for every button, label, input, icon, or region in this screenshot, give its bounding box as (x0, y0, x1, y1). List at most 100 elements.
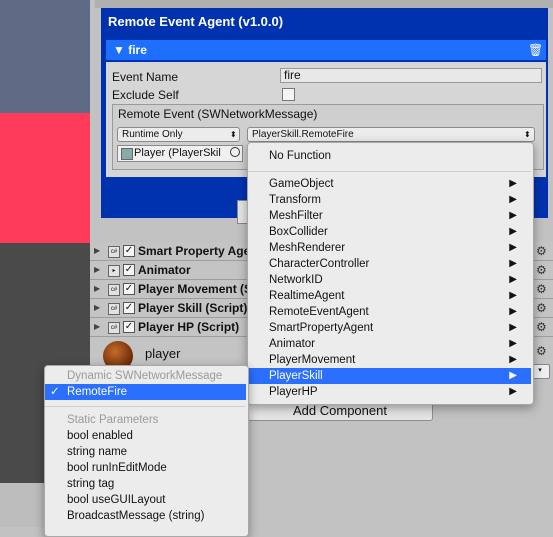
component-enabled-checkbox[interactable]: ✓ (123, 245, 135, 257)
gear-icon[interactable]: ⚙ (536, 282, 547, 296)
menu-item-label: RealtimeAgent (269, 290, 345, 302)
event-name-field[interactable]: fire (280, 68, 542, 83)
submenu-item-remotefire[interactable]: ✓ RemoteFire (45, 384, 246, 400)
menu-item-label: BoxCollider (269, 226, 328, 238)
submenu-arrow-icon: ▶ (509, 322, 517, 333)
menu-item-label: Animator (269, 338, 316, 350)
component-enabled-checkbox[interactable]: ✓ (123, 321, 135, 333)
submenu-arrow-icon: ▶ (509, 386, 517, 397)
expand-arrow-icon[interactable]: ▶ (94, 322, 100, 331)
event-name-label: fire (128, 43, 147, 57)
component-enabled-checkbox[interactable]: ✓ (123, 264, 135, 276)
menu-item-playermovement[interactable]: PlayerMovement ▶ (248, 352, 531, 368)
submenu-arrow-icon: ▶ (509, 226, 517, 237)
submenu-arrow-icon: ▶ (509, 306, 517, 317)
menu-item-label: GameObject (269, 178, 334, 190)
submenu-arrow-icon: ▶ (509, 274, 517, 285)
menu-item-gameobject[interactable]: GameObject ▶ (248, 176, 531, 192)
menu-separator (45, 406, 246, 407)
menu-item-realtimeagent[interactable]: RealtimeAgent ▶ (248, 288, 531, 304)
agent-title: Remote Event Agent (v1.0.0) (108, 14, 284, 29)
submenu-header-static: Static Parameters (67, 414, 159, 426)
menu-item-label: PlayerHP (269, 386, 318, 398)
submenu-arrow-icon: ▶ (509, 370, 517, 381)
function-menu: No Function GameObject ▶ Transform ▶ MeshF… (247, 142, 534, 405)
event-header[interactable] (106, 40, 546, 60)
script-icon: c# (108, 303, 120, 315)
submenu-item[interactable]: bool useGUILayout (45, 492, 246, 508)
updown-arrow-icon: ⬍ (230, 130, 237, 139)
script-icon: c# (108, 322, 120, 334)
submenu-item-label: RemoteFire (67, 386, 128, 398)
component-enabled-checkbox[interactable]: ✓ (123, 283, 135, 295)
expand-arrow-icon[interactable]: ▶ (94, 284, 100, 293)
event-name-label: Event Name (112, 70, 179, 84)
script-icon (121, 148, 133, 160)
submenu-item[interactable]: bool enabled (45, 428, 246, 444)
submenu-item[interactable]: BroadcastMessage (string) (45, 508, 246, 524)
submenu-item[interactable]: string tag (45, 476, 246, 492)
submenu-arrow-icon: ▶ (509, 210, 517, 221)
expand-arrow-icon[interactable]: ▶ (94, 303, 100, 312)
menu-item-label: PlayerMovement (269, 354, 356, 366)
expand-arrow-icon[interactable]: ▶ (94, 265, 100, 274)
submenu-header-dynamic: Dynamic SWNetworkMessage (67, 370, 223, 382)
menu-item-label: NetworkID (269, 274, 323, 286)
checkmark-icon: ✓ (50, 386, 60, 398)
trash-icon[interactable]: 🗑 (528, 43, 543, 57)
scene-red-object (0, 113, 90, 243)
menu-item-playerhp[interactable]: PlayerHP ▶ (248, 384, 531, 400)
updown-arrow-icon: ⬍ (524, 130, 531, 139)
target-object-field[interactable]: Player (PlayerSkil (117, 145, 243, 162)
menu-item-meshfilter[interactable]: MeshFilter ▶ (248, 208, 531, 224)
submenu-arrow-icon: ▶ (509, 354, 517, 365)
script-icon: c# (108, 246, 120, 258)
gear-icon[interactable]: ⚙ (536, 301, 547, 315)
material-name: player (145, 346, 181, 361)
scene-sky (0, 0, 90, 113)
gear-icon[interactable]: ⚙ (536, 320, 547, 334)
exclude-self-checkbox[interactable] (282, 88, 295, 101)
submenu-item[interactable]: bool runInEditMode (45, 460, 246, 476)
gear-icon[interactable]: ⚙ (536, 344, 547, 358)
gear-icon[interactable]: ⚙ (536, 263, 547, 277)
menu-item-label: Transform (269, 194, 321, 206)
submenu-arrow-icon: ▶ (509, 242, 517, 253)
menu-item-label: PlayerSkill (269, 370, 323, 382)
menu-item-label: MeshRenderer (269, 242, 346, 254)
menu-item-remoteeventagent[interactable]: RemoteEventAgent ▶ (248, 304, 531, 320)
component-label: Animator (138, 263, 191, 277)
menu-item-label: CharacterController (269, 258, 370, 270)
menu-separator (248, 171, 531, 172)
exclude-self-label: Exclude Self (112, 88, 179, 102)
animator-icon: ▸ (108, 265, 120, 277)
menu-item-animator[interactable]: Animator ▶ (248, 336, 531, 352)
component-label: Player Movement (S (138, 282, 253, 296)
submenu-arrow-icon: ▶ (509, 258, 517, 269)
expand-arrow-icon[interactable]: ▶ (94, 246, 100, 255)
menu-item-boxcollider[interactable]: BoxCollider ▶ (248, 224, 531, 240)
menu-item-charactercontroller[interactable]: CharacterController ▶ (248, 256, 531, 272)
submenu-item[interactable]: string name (45, 444, 246, 460)
menu-item-smartpropertyagent[interactable]: SmartPropertyAgent ▶ (248, 320, 531, 336)
function-dropdown[interactable]: PlayerSkill.RemoteFire (247, 127, 535, 142)
component-header-strip[interactable] (95, 0, 553, 8)
remote-event-title: Remote Event (SWNetworkMessage) (118, 107, 318, 121)
event-title: ▼ fire (113, 43, 147, 57)
menu-item-no-function[interactable]: No Function (248, 148, 531, 164)
menu-item-playerskill[interactable]: PlayerSkill ▶ (248, 368, 531, 384)
submenu-arrow-icon: ▶ (509, 178, 517, 189)
gear-icon[interactable]: ⚙ (536, 244, 547, 258)
script-icon: c# (108, 284, 120, 296)
submenu-arrow-icon: ▶ (509, 194, 517, 205)
menu-item-label: RemoteEventAgent (269, 306, 369, 318)
object-picker-icon[interactable] (230, 147, 240, 157)
menu-item-networkid[interactable]: NetworkID ▶ (248, 272, 531, 288)
playerskill-submenu: Dynamic SWNetworkMessage ✓ RemoteFire Sta… (44, 365, 249, 537)
menu-item-label: SmartPropertyAgent (269, 322, 374, 334)
menu-item-transform[interactable]: Transform ▶ (248, 192, 531, 208)
component-enabled-checkbox[interactable]: ✓ (123, 302, 135, 314)
menu-item-meshrenderer[interactable]: MeshRenderer ▶ (248, 240, 531, 256)
component-label: Player HP (Script) (138, 320, 240, 334)
runtime-dropdown[interactable]: Runtime Only (117, 127, 240, 142)
